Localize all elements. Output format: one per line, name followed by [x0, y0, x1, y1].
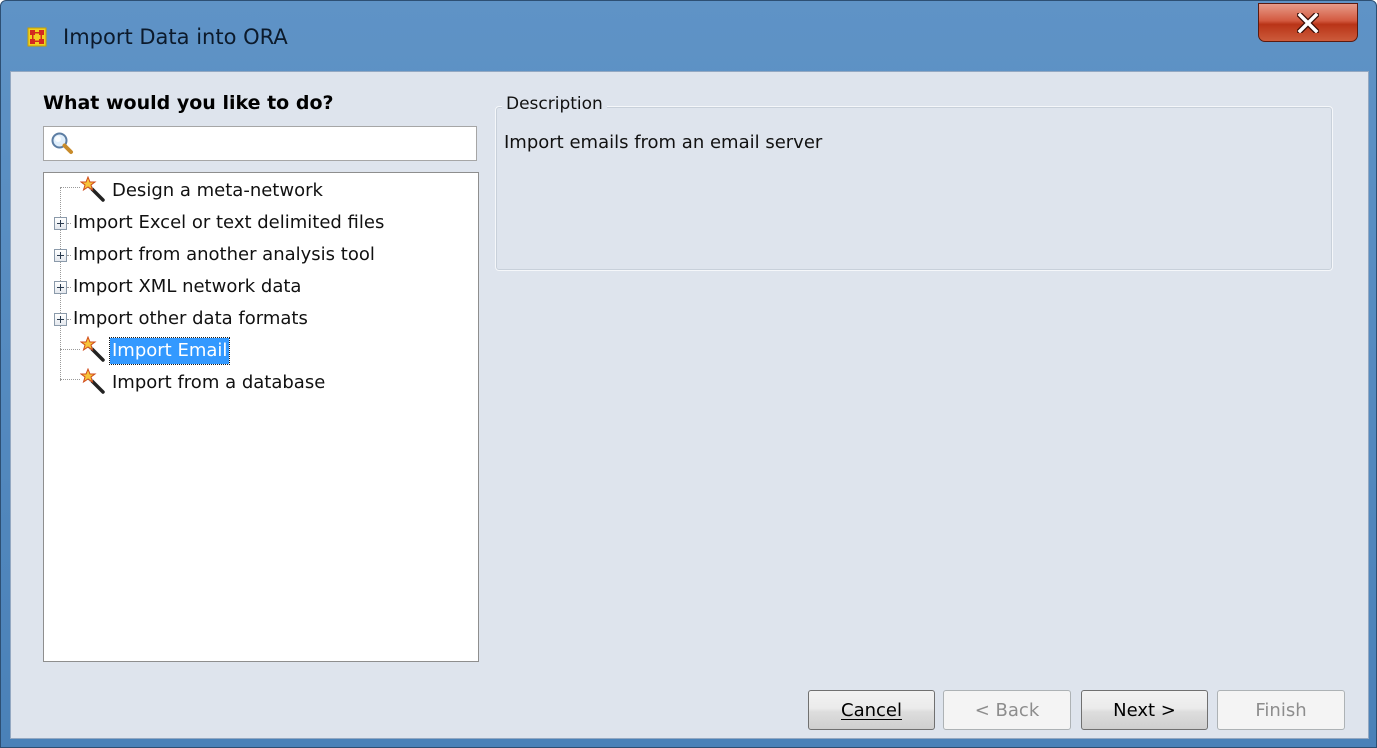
expand-icon[interactable] — [54, 217, 67, 230]
close-icon — [1297, 12, 1319, 33]
search-icon — [51, 132, 73, 154]
finish-button-label: Finish — [1255, 699, 1307, 721]
cancel-button[interactable]: Cancel — [808, 690, 935, 730]
expand-icon[interactable] — [54, 249, 67, 262]
tree-item-import-analysis-tool[interactable]: Import from another analysis tool — [44, 239, 474, 271]
finish-button[interactable]: Finish — [1217, 690, 1345, 730]
expand-icon[interactable] — [54, 281, 67, 294]
dialog-content: What would you like to do? Design a meta… — [10, 71, 1369, 739]
description-legend: Description — [502, 94, 607, 114]
description-panel — [495, 106, 1333, 271]
tree-item-import-email[interactable]: Import Email — [44, 335, 474, 367]
wand-icon — [80, 176, 105, 202]
search-field[interactable] — [43, 126, 477, 161]
cancel-button-label: Cancel — [841, 699, 902, 721]
tree-item-import-database[interactable]: Import from a database — [44, 367, 474, 399]
description-text: Import emails from an email server — [504, 132, 823, 153]
back-button[interactable]: < Back — [943, 690, 1071, 730]
close-button[interactable] — [1258, 3, 1358, 42]
tree-item-label: Import other data formats — [73, 308, 308, 329]
tree-item-import-xml[interactable]: Import XML network data — [44, 271, 474, 303]
search-input[interactable] — [80, 129, 474, 160]
wand-icon — [80, 336, 105, 362]
tree-item-import-excel[interactable]: Import Excel or text delimited files — [44, 207, 474, 239]
tree-item-label: Import from another analysis tool — [73, 244, 375, 265]
tree-connector — [60, 349, 80, 350]
tree-item-import-other-formats[interactable]: Import other data formats — [44, 303, 474, 335]
title-bar[interactable]: Import Data into ORA — [1, 1, 1376, 63]
task-heading: What would you like to do? — [43, 92, 334, 114]
tree-item-label: Import XML network data — [73, 276, 302, 297]
tree-item-label: Design a meta-network — [112, 180, 323, 201]
import-dialog-window: Import Data into ORA What would you like… — [0, 0, 1377, 748]
ora-app-icon — [27, 27, 47, 47]
tree-item-design-meta-network[interactable]: Design a meta-network — [44, 175, 474, 207]
task-tree[interactable]: Design a meta-network Import Excel or te… — [43, 172, 479, 662]
wand-icon — [80, 368, 105, 394]
next-button[interactable]: Next > — [1081, 690, 1208, 730]
tree-item-label: Import from a database — [112, 372, 326, 393]
expand-icon[interactable] — [54, 313, 67, 326]
back-button-label: < Back — [974, 699, 1040, 721]
tree-item-label-selected: Import Email — [108, 337, 231, 365]
tree-item-label: Import Excel or text delimited files — [73, 212, 385, 233]
window-title: Import Data into ORA — [63, 25, 288, 49]
next-button-label: Next > — [1113, 699, 1176, 721]
